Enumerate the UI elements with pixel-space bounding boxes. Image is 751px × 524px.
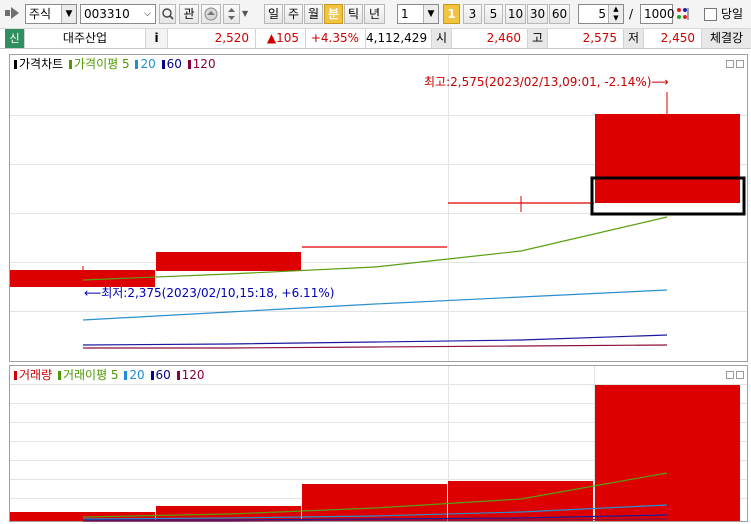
- interval-value: 1: [401, 7, 409, 21]
- minute-button-30[interactable]: 30: [527, 4, 548, 24]
- minute-button-5[interactable]: 5: [484, 4, 503, 24]
- minute-label: 30: [529, 7, 546, 21]
- open-label: 시: [432, 29, 452, 48]
- count-value: 1000: [644, 7, 675, 21]
- ma120-line: [83, 344, 668, 349]
- low-label: 저: [624, 29, 644, 48]
- period-label: 월: [307, 7, 320, 21]
- chevron-down-icon[interactable]: ▼: [61, 5, 76, 23]
- minute-label: 60: [551, 7, 568, 21]
- count-input[interactable]: 1000: [640, 4, 675, 24]
- stock-code-input[interactable]: 003310 ⌵: [80, 4, 156, 24]
- volume-bar[interactable]: [595, 385, 740, 521]
- minute-button-60[interactable]: 60: [549, 4, 570, 24]
- period-label: 주: [287, 7, 300, 21]
- chevron-down-icon[interactable]: ▼: [423, 5, 438, 23]
- period-button-month[interactable]: 월: [304, 4, 323, 24]
- up-down-arrows-icon: [228, 8, 235, 20]
- period-button-tick[interactable]: 틱: [344, 4, 363, 24]
- high-value: 2,575: [548, 29, 624, 48]
- stock-name[interactable]: 대주산업: [25, 29, 146, 48]
- search-button[interactable]: [159, 4, 176, 24]
- volume-chart-svg: [10, 385, 740, 522]
- minute-label: 3: [468, 7, 477, 21]
- candle-bar[interactable]: [595, 114, 740, 203]
- minute-button-1[interactable]: 1: [443, 4, 460, 24]
- today-checkbox[interactable]: [704, 8, 717, 21]
- change-percent: +4.35%: [306, 29, 366, 48]
- watchlist-button[interactable]: 관: [179, 4, 199, 24]
- current-price: 2,520: [172, 29, 256, 48]
- chart-window: 주식 ▼ 003310 ⌵ 관 ▼ 일 주 월 분 틱 년 1 ▼ 1 3 5 …: [0, 0, 751, 524]
- high-label: 고: [528, 29, 548, 48]
- minute-label: 10: [507, 7, 524, 21]
- candle-bar[interactable]: [156, 252, 301, 271]
- price-chart-panel[interactable]: 가격차트 가격이평 5 20 60 120 최고:2,575(2023/02/1…: [9, 54, 748, 362]
- chevron-down-icon[interactable]: ⌵: [140, 5, 155, 23]
- period-button-day[interactable]: 일: [264, 4, 283, 24]
- search-icon: [162, 8, 174, 20]
- exec-strength-label: 체결강: [702, 29, 751, 48]
- period-button-year[interactable]: 년: [364, 4, 385, 24]
- group-button[interactable]: [201, 4, 221, 24]
- price-change: ▲105: [256, 29, 306, 48]
- up-down-stepper[interactable]: [223, 4, 240, 24]
- period-button-minute[interactable]: 분: [324, 4, 343, 24]
- period-label: 일: [267, 7, 280, 21]
- market-select-value: 주식: [29, 7, 52, 21]
- minute-label: 5: [489, 7, 498, 21]
- high-annotation: 최고:2,575(2023/02/13,09:01, -2.14%)⟶: [424, 75, 669, 89]
- volume-bar[interactable]: [448, 481, 593, 521]
- divider-slash: /: [629, 7, 634, 21]
- period-button-week[interactable]: 주: [284, 4, 303, 24]
- interval-select[interactable]: 1 ▼: [397, 4, 439, 24]
- minute-label: 1: [447, 7, 456, 21]
- link-arrow-icon[interactable]: [5, 6, 21, 20]
- period-label: 분: [327, 7, 340, 21]
- toolbar: 주식 ▼ 003310 ⌵ 관 ▼ 일 주 월 분 틱 년 1 ▼ 1 3 5 …: [0, 0, 751, 29]
- low-annotation: ⟵최저:2,375(2023/02/10,15:18, +6.11%): [84, 286, 335, 300]
- period-label: 틱: [347, 7, 360, 21]
- volume-chart-panel[interactable]: 거래량 거래이평 5 20 60 120: [9, 365, 748, 522]
- stock-code-value: 003310: [84, 7, 130, 21]
- settings-icon[interactable]: [675, 4, 691, 24]
- credit-badge: 신: [5, 29, 25, 48]
- watchlist-label: 관: [183, 7, 195, 21]
- minute-button-3[interactable]: 3: [463, 4, 482, 24]
- volume-value: 4,112,429: [366, 29, 432, 48]
- today-label: 당일: [721, 7, 744, 21]
- minute-button-10[interactable]: 10: [505, 4, 526, 24]
- open-value: 2,460: [452, 29, 528, 48]
- ma60-line: [82, 334, 668, 346]
- period-label: 년: [368, 7, 381, 21]
- stack-icon: [204, 7, 218, 21]
- info-button[interactable]: i: [146, 29, 168, 48]
- low-value: 2,450: [644, 29, 702, 48]
- zoom-stepper[interactable]: 5 ▲ ▼: [578, 4, 624, 24]
- spin-arrows-icon[interactable]: ▲ ▼: [608, 5, 623, 23]
- market-select[interactable]: 주식 ▼: [25, 4, 77, 24]
- zoom-value: 5: [598, 7, 606, 21]
- chevron-down-icon[interactable]: ▼: [242, 4, 252, 24]
- quote-bar: 신 대주산업 i 2,520 ▲105 +4.35% 4,112,429 시 2…: [0, 29, 751, 49]
- price-chart-svg: [10, 92, 746, 349]
